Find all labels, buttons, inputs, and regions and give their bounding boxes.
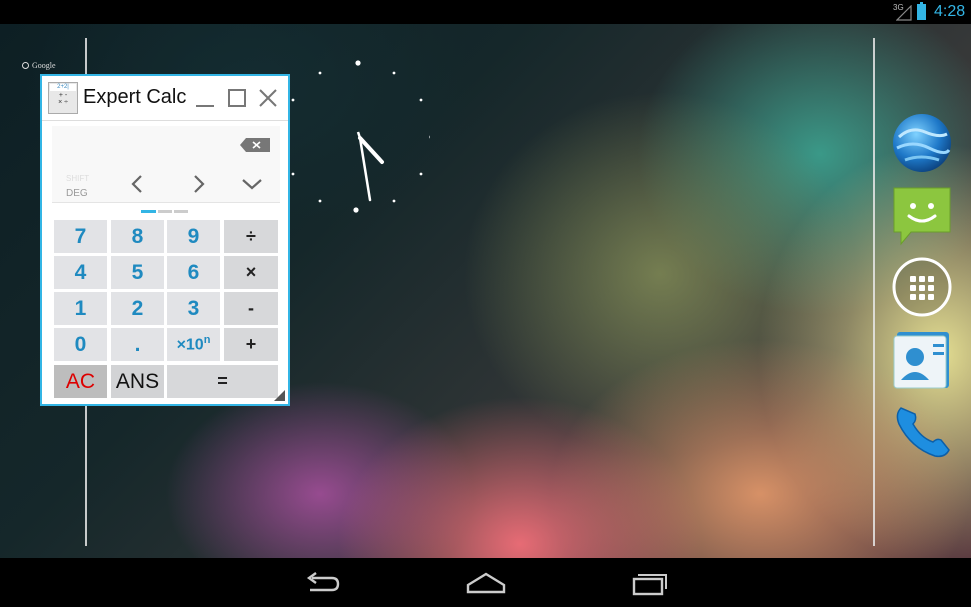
phone-icon[interactable] [891,400,953,462]
pager-indicator-active [141,210,156,213]
key-add[interactable]: + [224,328,278,361]
shift-indicator: SHIFT [66,174,90,183]
key-5[interactable]: 5 [111,256,164,289]
page-divider-right [873,38,875,546]
key-4[interactable]: 4 [54,256,107,289]
key-0[interactable]: 0 [54,328,107,361]
home-icon[interactable] [464,568,508,598]
key-multiply[interactable]: × [224,256,278,289]
status-time: 4:28 [934,3,966,20]
signal-icon [896,5,912,21]
google-search-bar[interactable]: Google [22,61,56,70]
cursor-right-icon[interactable] [186,172,210,196]
key-exponent[interactable]: ×10n [167,328,220,361]
status-bar: 3G 4:28 [0,0,971,24]
key-3[interactable]: 3 [167,292,220,325]
key-decimal[interactable]: . [111,328,164,361]
navigation-bar [0,558,971,607]
backspace-icon[interactable] [240,138,270,152]
recent-apps-icon[interactable] [628,568,672,598]
cursor-left-icon[interactable] [126,172,150,196]
pager-indicator [158,210,172,213]
window-titlebar[interactable]: 2+2| + - × ÷ Expert Calc [42,76,288,121]
analog-clock-widget[interactable] [290,60,430,216]
angle-mode-indicator: DEG [66,188,88,199]
search-icon [22,62,29,69]
key-all-clear[interactable]: AC [54,365,107,398]
maximize-icon[interactable] [225,86,249,110]
browser-globe-icon[interactable] [891,112,953,174]
battery-charging-icon [917,2,926,20]
back-icon[interactable] [300,568,344,598]
key-6[interactable]: 6 [167,256,220,289]
expert-calc-window[interactable]: 2+2| + - × ÷ Expert Calc SHIFT DEG 7 8 9… [40,74,290,406]
key-9[interactable]: 9 [167,220,220,253]
all-apps-icon[interactable] [891,256,953,318]
key-8[interactable]: 8 [111,220,164,253]
key-exponent-superscript: n [203,334,211,347]
pager-indicator [174,210,188,213]
calc-display[interactable]: SHIFT DEG [52,126,280,203]
key-answer[interactable]: ANS [111,365,164,398]
google-search-label: Google [32,61,56,70]
key-subtract[interactable]: - [224,292,278,325]
expert-calc-app-icon: 2+2| + - × ÷ [48,82,78,114]
window-title: Expert Calc [83,86,187,108]
key-divide[interactable]: ÷ [224,220,278,253]
chevron-down-icon[interactable] [240,172,264,196]
resize-handle[interactable] [274,390,285,401]
key-1[interactable]: 1 [54,292,107,325]
key-7[interactable]: 7 [54,220,107,253]
messaging-icon[interactable] [891,184,953,246]
key-2[interactable]: 2 [111,292,164,325]
key-exponent-label: ×10 [176,336,204,354]
key-equals[interactable]: = [167,365,278,398]
close-icon[interactable] [256,86,280,110]
contacts-icon[interactable] [891,330,953,392]
minimize-icon[interactable] [193,86,217,110]
